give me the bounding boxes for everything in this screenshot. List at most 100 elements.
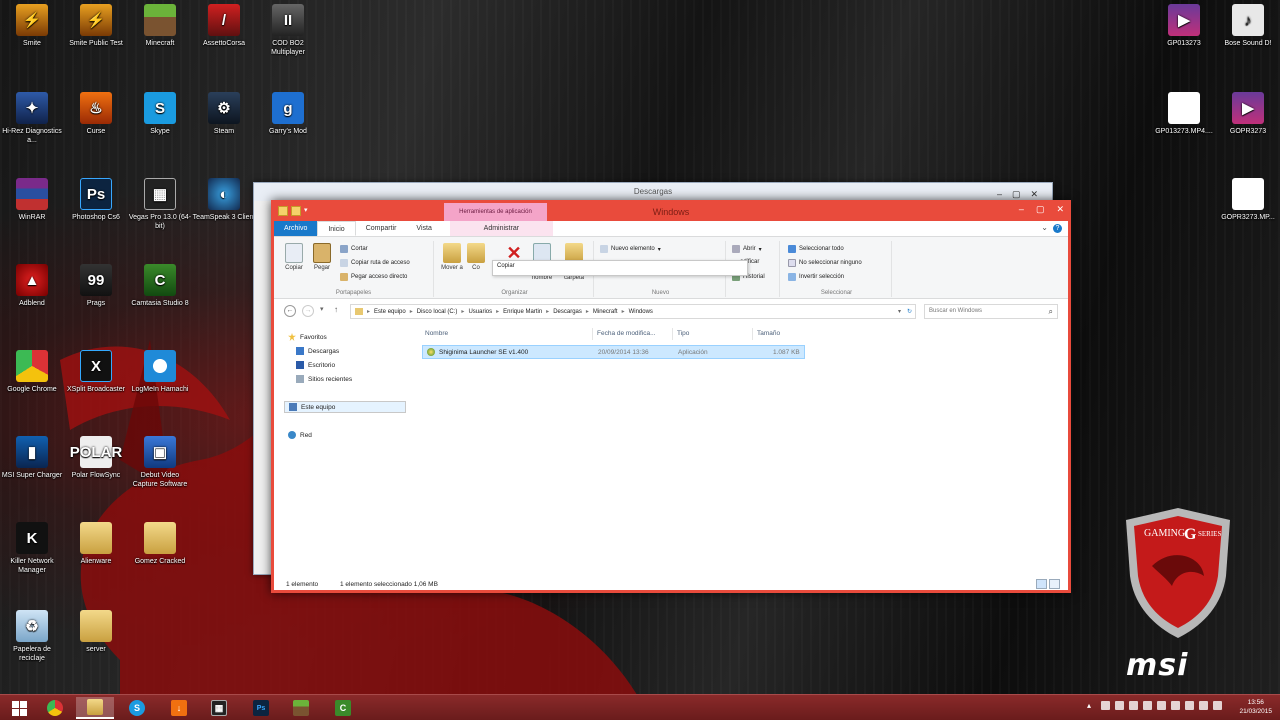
taskbar-clock[interactable]: 13:56 21/03/2015 [1239,698,1272,716]
desktop-icon-bose[interactable]: ♪ Bose Sound D! [1216,4,1280,48]
breadcrumb-item[interactable]: Disco local (C:) [417,309,458,315]
desktop-icon-vegas[interactable]: ▦ Vegas Pro 13.0 (64-bit) [128,178,192,231]
desktop-icon-msi-charger[interactable]: ▮ MSI Super Charger [0,436,64,480]
desktop-icon-cod[interactable]: II COD BO2 Multiplayer [256,4,320,57]
help-icon[interactable]: ? [1053,224,1062,233]
column-header-size[interactable]: Tamaño [757,330,780,337]
window-controls[interactable]: – ▢ ✕ [1019,204,1064,215]
taskbar-chrome[interactable] [36,697,74,719]
column-header-date[interactable]: Fecha de modifica... [597,330,656,337]
volume-icon[interactable] [1199,701,1208,710]
desktop-icon-gopr3273[interactable]: ▶ GOPR3273 [1216,92,1280,136]
taskbar-minecraft[interactable] [282,697,320,719]
desktop-icon-gopr3273-mp[interactable]: GOPR3273.MP... [1216,178,1280,222]
paste-shortcut-button[interactable]: Pegar acceso directo [340,273,407,281]
file-row[interactable]: Shiginima Launcher SE v1.400 20/09/2014 … [422,345,805,359]
address-bar[interactable]: ▸ Este equipo ▸ Disco local (C:) ▸ Usuarios… [350,304,916,319]
search-box[interactable]: Buscar en Windows ⌕ [924,304,1058,319]
desktop-icon-xsplit[interactable]: X XSplit Broadcaster [64,350,128,394]
breadcrumb-item[interactable]: Windows [629,309,653,315]
invert-selection-button[interactable]: Invertir selección [788,273,844,281]
select-none-button[interactable]: No seleccionar ninguno [788,259,862,267]
nav-this-pc[interactable]: Este equipo [284,401,406,413]
desktop-icon-adblend[interactable]: ▲ Adblend [0,264,64,308]
desktop-icon-steam[interactable]: ⚙ Steam [192,92,256,136]
details-view-icon[interactable] [1036,579,1047,589]
tray-app-icon[interactable] [1129,701,1138,710]
ribbon-tabs[interactable]: Archivo Inicio Compartir Vista Administr… [274,221,1068,237]
start-button[interactable] [0,697,38,719]
desktop-icon-gp013273[interactable]: ▶ GP013273 [1152,4,1216,48]
desktop-icon-teamspeak[interactable]: ◐ TeamSpeak 3 Client [192,178,256,222]
tab-archivo[interactable]: Archivo [274,221,318,236]
taskbar-camtasia[interactable]: C [324,697,362,719]
tray-expand-icon[interactable]: ▴ [1087,701,1096,710]
desktop-icon-smite-test[interactable]: ⚡ Smite Public Test [64,4,128,48]
window-titlebar[interactable]: ▾ Herramientas de aplicación Windows – ▢… [274,203,1068,221]
desktop-icon-smite[interactable]: ⚡ Smite [0,4,64,48]
minimize-icon[interactable]: – [1019,204,1024,215]
recent-locations-icon[interactable]: ▾ [320,305,324,313]
desktop-icon-gomez[interactable]: Gomez Cracked [128,522,192,566]
breadcrumb-item[interactable]: Enrique Martin [503,309,542,315]
desktop-icon-camtasia[interactable]: C Camtasia Studio 8 [128,264,192,308]
breadcrumb-item[interactable]: Usuarios [468,309,492,315]
desktop-icon-hamachi[interactable]: LogMeIn Hamachi [128,350,192,394]
explorer-window[interactable]: ▾ Herramientas de aplicación Windows – ▢… [271,200,1071,593]
keyboard-icon[interactable] [1213,701,1222,710]
refresh-icon[interactable]: ↻ [907,308,912,315]
system-tray[interactable]: ▴ [1087,701,1222,710]
desktop-icon-alienware[interactable]: Alienware [64,522,128,566]
desktop-icon-curse[interactable]: ♨ Curse [64,92,128,136]
ribbon-collapse-icon[interactable]: ⌄ [1041,223,1048,232]
tab-administrar[interactable]: Administrar [449,221,553,236]
nav-network[interactable]: Red [288,431,312,439]
paste-button[interactable]: Pegar [308,243,336,271]
open-button[interactable]: Abrir ▾ [732,245,762,253]
tray-app-icon[interactable] [1101,701,1110,710]
desktop-icon-winrar[interactable]: WinRAR [0,178,64,222]
tab-vista[interactable]: Vista [406,221,441,236]
background-window-titlebar[interactable]: Descargas –▢✕ [254,183,1052,201]
up-button[interactable]: ↑ [334,305,338,314]
desktop-icon-recycle-bin[interactable]: ♻ Papelera de reciclaje [0,610,64,663]
maximize-icon[interactable]: ▢ [1036,204,1045,215]
copy-path-button[interactable]: Copiar ruta de acceso [340,259,410,267]
large-icons-view-icon[interactable] [1049,579,1060,589]
desktop-icon-polar[interactable]: POLAR Polar FlowSync [64,436,128,480]
desktop-icon-prags[interactable]: 99 Prags [64,264,128,308]
breadcrumb-item[interactable]: Minecraft [593,309,618,315]
desktop-icon-server[interactable]: server [64,610,128,654]
desktop-icon-assetto-corsa[interactable]: / AssettoCorsa [192,4,256,48]
close-icon[interactable]: ✕ [1056,204,1064,215]
network-status-icon[interactable] [1185,701,1194,710]
cut-button[interactable]: Cortar [340,245,368,253]
qat-dropdown-icon[interactable]: ▾ [304,206,314,216]
nav-desktop[interactable]: Escritorio [296,361,335,369]
tray-app-icon[interactable] [1115,701,1124,710]
desktop-icon-chrome[interactable]: Google Chrome [0,350,64,394]
nav-recent[interactable]: Sitios recientes [296,375,352,383]
back-button[interactable]: ← [284,305,296,317]
desktop-icon-gp013273-mp4[interactable]: GP013273.MP4.... [1152,92,1216,136]
desktop-icon-gmod[interactable]: g Garry's Mod [256,92,320,136]
qat-folder-icon[interactable] [291,206,301,216]
select-all-button[interactable]: Seleccionar todo [788,245,844,253]
tray-app-icon[interactable] [1143,701,1152,710]
desktop-icon-killer[interactable]: K Killer Network Manager [0,522,64,575]
copy-to-button[interactable]: Co [462,243,490,271]
quick-access-toolbar[interactable]: ▾ [278,206,314,216]
tray-app-icon[interactable] [1171,701,1180,710]
taskbar-explorer[interactable] [76,697,114,719]
taskbar-skype[interactable]: S [118,697,156,719]
column-header-type[interactable]: Tipo [677,330,689,337]
desktop-icon-hirez[interactable]: ✦ Hi-Rez Diagnostics a... [0,92,64,145]
tray-app-icon[interactable] [1157,701,1166,710]
tab-inicio[interactable]: Inicio [317,221,356,236]
desktop-icon-minecraft[interactable]: Minecraft [128,4,192,48]
forward-button[interactable]: → [302,305,314,317]
copy-button[interactable]: Copiar [280,243,308,271]
view-switcher[interactable] [1036,579,1060,589]
new-item-button[interactable]: Nuevo elemento ▾ [600,245,661,253]
nav-downloads[interactable]: Descargas [296,347,339,355]
